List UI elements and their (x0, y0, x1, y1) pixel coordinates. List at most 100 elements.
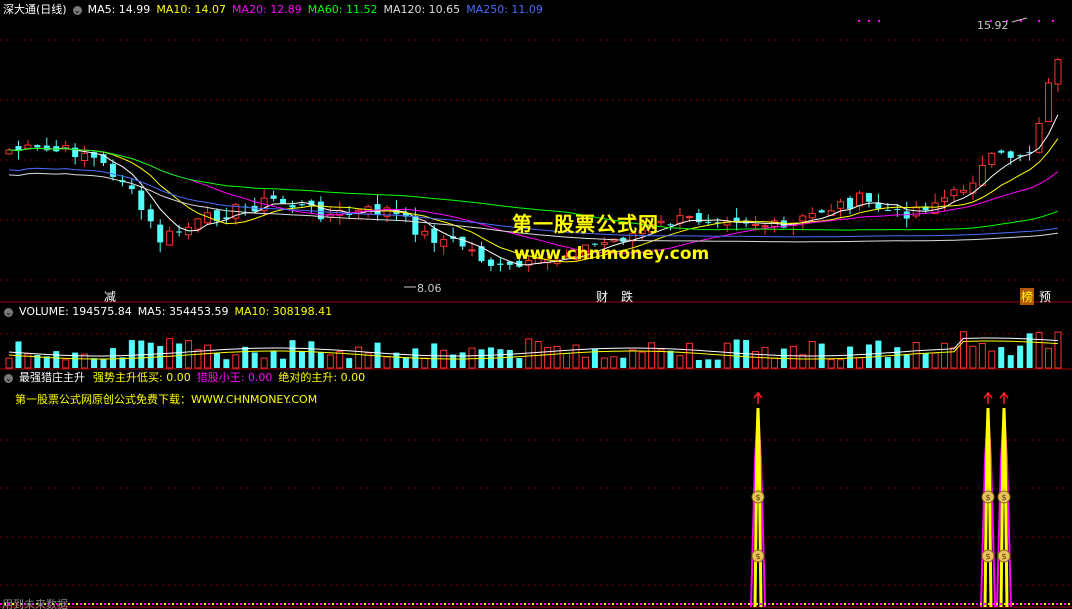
baseline-dot (116, 603, 118, 605)
baseline-dot (704, 603, 706, 605)
chevron-down-icon[interactable]: ⌄ (4, 373, 13, 383)
baseline-dot (276, 603, 278, 605)
volume-bar (705, 359, 712, 368)
stock-title: 深大通(日线) (3, 3, 67, 16)
baseline-dot (828, 603, 830, 605)
chevron-down-icon[interactable]: ⌄ (72, 5, 82, 15)
up-arrow-icon (983, 391, 993, 404)
baseline-dot (984, 603, 986, 605)
baseline-dot (900, 603, 902, 605)
baseline-dot (432, 603, 434, 605)
baseline-dot (320, 603, 322, 605)
baseline-dot (128, 603, 130, 605)
ma-legend-item-3: MA60: 11.52 (307, 3, 378, 16)
volume-bar (988, 350, 996, 369)
baseline-dot (196, 603, 198, 605)
baseline-dot (736, 603, 738, 605)
baseline-dot (868, 603, 870, 605)
event-marker-reduce[interactable]: 减 (104, 288, 116, 305)
baseline-dot (1060, 603, 1062, 605)
volume-bar (808, 340, 816, 369)
baseline-dot (624, 603, 626, 605)
baseline-dot (76, 603, 78, 605)
candle-body (950, 189, 958, 197)
baseline-dot (672, 603, 674, 605)
baseline-dot (344, 603, 346, 605)
volume-bar (109, 348, 116, 368)
volume-bar (100, 359, 107, 368)
baseline-dot (660, 603, 662, 605)
volume-bar (695, 359, 702, 368)
candle-body (289, 205, 296, 208)
baseline-dot (136, 603, 138, 605)
candle-body (176, 231, 183, 233)
candle-body (894, 209, 901, 211)
baseline-dot (520, 603, 522, 605)
volume-bar (544, 346, 552, 369)
baseline-dot (792, 603, 794, 605)
baseline-dot (244, 603, 246, 605)
baseline-dot (140, 603, 142, 605)
volume-bar (563, 352, 571, 369)
baseline-dot (440, 603, 442, 605)
candle-body (998, 150, 1005, 153)
baseline-dot (412, 603, 414, 605)
baseline-dot (840, 603, 842, 605)
candle-body (912, 207, 920, 217)
event-marker-list[interactable]: 榜 (1020, 288, 1035, 305)
baseline-dot (608, 603, 610, 605)
baseline-dot (400, 603, 402, 605)
baseline-dot (404, 603, 406, 605)
baseline-dot (260, 603, 262, 605)
main-panel-header: 深大通(日线) ⌄ MA5: 14.99 MA10: 14.07 MA20: 12.… (0, 2, 555, 18)
baseline-dot (1036, 603, 1038, 605)
baseline-dot (92, 603, 94, 605)
volume-bar (875, 340, 882, 368)
baseline-dot (220, 603, 222, 605)
candle-body (280, 198, 287, 204)
chevron-down-icon[interactable]: ⌄ (4, 307, 13, 317)
baseline-dot (1064, 603, 1066, 605)
candle-body (459, 236, 466, 247)
event-marker-fall[interactable]: 跌 (621, 288, 633, 305)
volume-bar (676, 355, 684, 369)
baseline-dot (668, 603, 670, 605)
signal-dot (868, 20, 870, 22)
baseline-dot (784, 603, 786, 605)
baseline-dot (1068, 603, 1070, 605)
baseline-dot (452, 603, 454, 605)
baseline-dot (692, 603, 694, 605)
baseline-dot (596, 603, 598, 605)
volume-bar (270, 351, 277, 368)
volume-bar (1035, 332, 1043, 369)
event-marker-finance[interactable]: 财 (596, 288, 608, 305)
baseline-dot (576, 603, 578, 605)
baseline-dot (628, 603, 630, 605)
baseline-dot (204, 603, 206, 605)
baseline-dot (224, 603, 226, 605)
baseline-dot (480, 603, 482, 605)
baseline-dot (332, 603, 334, 605)
baseline-dot (548, 603, 550, 605)
candle-body (837, 201, 845, 209)
low-price-label: 8.06 (417, 282, 442, 295)
chart-window[interactable]: $ $ $ $ $ $ 深大通(日线) ⌄ MA5: 14.99 MA10: 14.07 MA… (0, 0, 1072, 609)
volume-bar (1054, 331, 1062, 369)
baseline-dot (652, 603, 654, 605)
baseline-dot (768, 603, 770, 605)
baseline-dot (812, 603, 814, 605)
baseline-dot (192, 603, 194, 605)
candle-body (676, 215, 684, 224)
event-marker-forecast[interactable]: 预 (1039, 288, 1051, 305)
baseline-dot (392, 603, 394, 605)
baseline-dot (240, 603, 242, 605)
baseline-dot (776, 603, 778, 605)
baseline-dot (524, 603, 526, 605)
volume-bar (308, 341, 315, 368)
baseline-dot (664, 603, 666, 605)
volume-bar (1045, 347, 1052, 369)
volume-bar (610, 356, 618, 369)
volume-bar (572, 344, 580, 369)
indicator-yellow-line (983, 407, 993, 608)
baseline-dot (684, 603, 686, 605)
